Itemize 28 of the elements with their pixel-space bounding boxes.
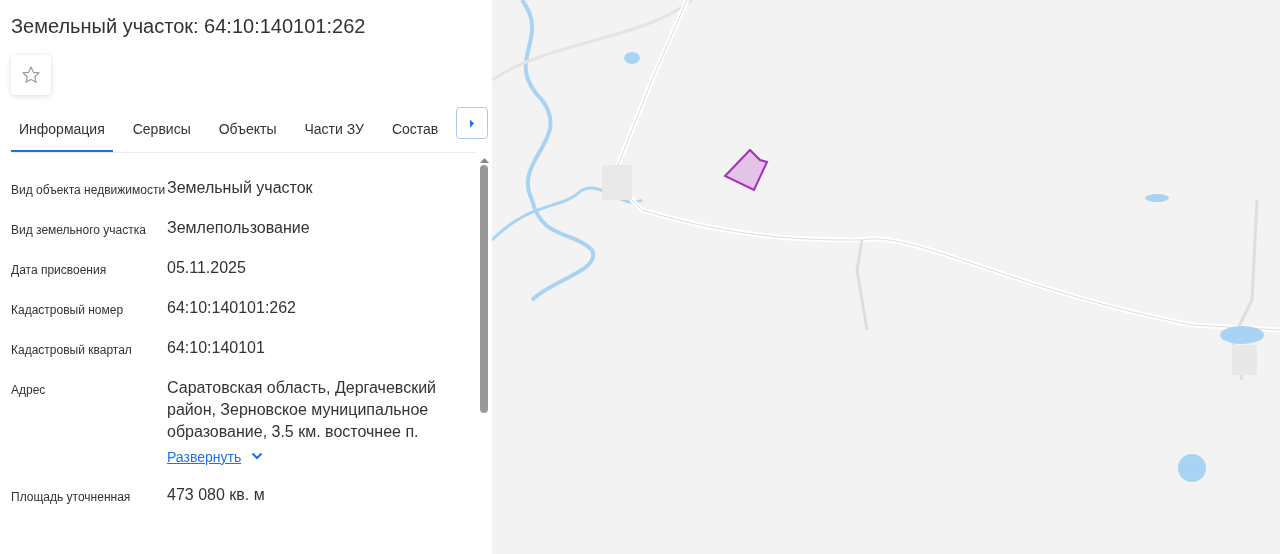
- field-label: Кадастровый номер: [11, 302, 125, 319]
- expand-link[interactable]: Развернуть: [167, 446, 242, 468]
- scroll-right-button[interactable]: [456, 107, 488, 139]
- favorite-button[interactable]: [11, 55, 51, 95]
- field-value: Землепользование: [167, 218, 311, 238]
- field-value: 64:10:140101: [167, 338, 266, 358]
- field-value: Саратовская область, Дергачевский район, Зерновское муниципальное образование, 3.5 км. восточнее п.: [167, 378, 438, 442]
- field-label: Площадь уточненная: [11, 489, 132, 506]
- field-value: Земельный участок: [167, 178, 314, 198]
- chevron-down-icon[interactable]: [251, 451, 264, 460]
- tab[interactable]: Информация: [11, 111, 113, 152]
- field-label: Адрес: [11, 382, 47, 399]
- field-value: 64:10:140101:262: [167, 298, 297, 318]
- caret-right-icon: [469, 118, 475, 128]
- tab[interactable]: Сервисы: [132, 111, 191, 152]
- page-title: Земельный участок: 64:10:140101:262: [11, 14, 367, 38]
- field-label: Вид объекта недвижимости: [11, 182, 167, 199]
- field-label: Вид земельного участка: [11, 222, 147, 239]
- field-value: 473 080 кв. м: [167, 485, 266, 505]
- scrollbar[interactable]: [480, 165, 488, 413]
- field-value: 05.11.2025: [167, 258, 247, 278]
- field-label: Кадастровый квартал: [11, 342, 133, 359]
- tab[interactable]: Состав: [391, 111, 439, 152]
- scroll-up-icon[interactable]: [479, 157, 489, 163]
- tab[interactable]: Части ЗУ: [304, 111, 364, 152]
- field-label: Дата присвоения: [11, 262, 108, 279]
- tab[interactable]: Объекты: [218, 111, 277, 152]
- star-icon: [21, 65, 41, 85]
